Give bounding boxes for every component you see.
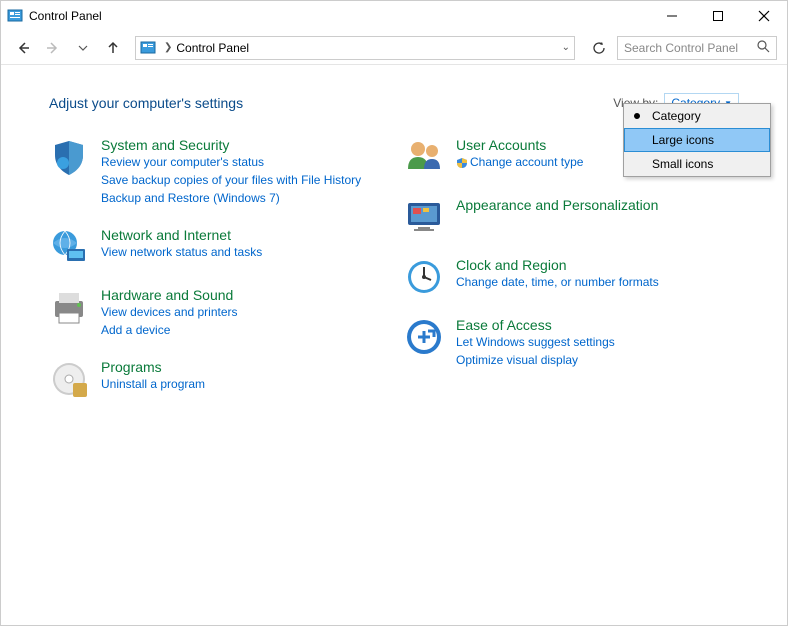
left-column: System and Security Review your computer… <box>49 137 384 419</box>
dropdown-item-label: Category <box>652 109 701 123</box>
category-link[interactable]: Save backup copies of your files with Fi… <box>101 171 361 189</box>
shield-icon <box>49 137 89 177</box>
address-bar[interactable]: ❯ Control Panel ⌄ <box>135 36 575 60</box>
monitor-icon <box>404 197 444 237</box>
category-link[interactable]: Let Windows suggest settings <box>456 333 615 351</box>
category-clock-region: Clock and Region Change date, time, or n… <box>404 257 739 297</box>
address-dropdown-button[interactable]: ⌄ <box>562 42 570 53</box>
close-button[interactable] <box>741 1 787 31</box>
forward-button[interactable] <box>41 36 65 60</box>
category-title[interactable]: User Accounts <box>456 137 546 153</box>
category-link[interactable]: View network status and tasks <box>101 243 262 261</box>
recent-locations-button[interactable] <box>71 36 95 60</box>
search-input[interactable]: Search Control Panel <box>617 36 777 60</box>
category-system-security: System and Security Review your computer… <box>49 137 384 207</box>
titlebar: Control Panel <box>1 1 787 31</box>
category-title[interactable]: System and Security <box>101 137 229 153</box>
category-title[interactable]: Hardware and Sound <box>101 287 233 303</box>
category-programs: Programs Uninstall a program <box>49 359 384 399</box>
category-ease-of-access: Ease of Access Let Windows suggest setti… <box>404 317 739 369</box>
window-title: Control Panel <box>29 9 649 23</box>
disc-icon <box>49 359 89 399</box>
navbar: ❯ Control Panel ⌄ Search Control Panel <box>1 31 787 65</box>
address-text: Control Panel <box>176 41 557 55</box>
chevron-right-icon[interactable]: ❯ <box>164 42 172 53</box>
category-title[interactable]: Clock and Region <box>456 257 567 273</box>
address-icon <box>140 40 156 56</box>
globe-icon <box>49 227 89 267</box>
right-column: User Accounts Change account type Appear… <box>404 137 739 419</box>
category-link[interactable]: Review your computer's status <box>101 153 361 171</box>
content-area: Adjust your computer's settings View by:… <box>1 65 787 419</box>
dropdown-item-category[interactable]: Category <box>624 104 770 128</box>
category-title[interactable]: Appearance and Personalization <box>456 197 658 213</box>
page-heading: Adjust your computer's settings <box>49 95 613 111</box>
dropdown-item-large-icons[interactable]: Large icons <box>624 128 770 152</box>
selected-indicator-icon <box>634 113 640 119</box>
category-network-internet: Network and Internet View network status… <box>49 227 384 267</box>
category-appearance-personalization: Appearance and Personalization <box>404 197 739 237</box>
category-hardware-sound: Hardware and Sound View devices and prin… <box>49 287 384 339</box>
refresh-button[interactable] <box>587 36 611 60</box>
up-button[interactable] <box>101 36 125 60</box>
category-link[interactable]: Change date, time, or number formats <box>456 273 659 291</box>
ease-of-access-icon <box>404 317 444 357</box>
category-link[interactable]: Uninstall a program <box>101 375 205 393</box>
printer-icon <box>49 287 89 327</box>
search-placeholder: Search Control Panel <box>624 41 757 55</box>
category-link[interactable]: View devices and printers <box>101 303 238 321</box>
clock-icon <box>404 257 444 297</box>
minimize-button[interactable] <box>649 1 695 31</box>
category-link[interactable]: Optimize visual display <box>456 351 615 369</box>
category-link[interactable]: Change account type <box>456 153 583 171</box>
category-title[interactable]: Ease of Access <box>456 317 552 333</box>
dropdown-item-label: Small icons <box>652 157 713 171</box>
maximize-button[interactable] <box>695 1 741 31</box>
dropdown-item-label: Large icons <box>652 133 714 147</box>
viewby-dropdown-menu: Category Large icons Small icons <box>623 103 771 177</box>
users-icon <box>404 137 444 177</box>
uac-shield-icon <box>456 157 468 169</box>
category-link[interactable]: Add a device <box>101 321 238 339</box>
search-icon <box>757 40 770 56</box>
category-title[interactable]: Programs <box>101 359 162 375</box>
category-link[interactable]: Backup and Restore (Windows 7) <box>101 189 361 207</box>
category-title[interactable]: Network and Internet <box>101 227 231 243</box>
dropdown-item-small-icons[interactable]: Small icons <box>624 152 770 176</box>
control-panel-icon <box>7 8 23 24</box>
back-button[interactable] <box>11 36 35 60</box>
